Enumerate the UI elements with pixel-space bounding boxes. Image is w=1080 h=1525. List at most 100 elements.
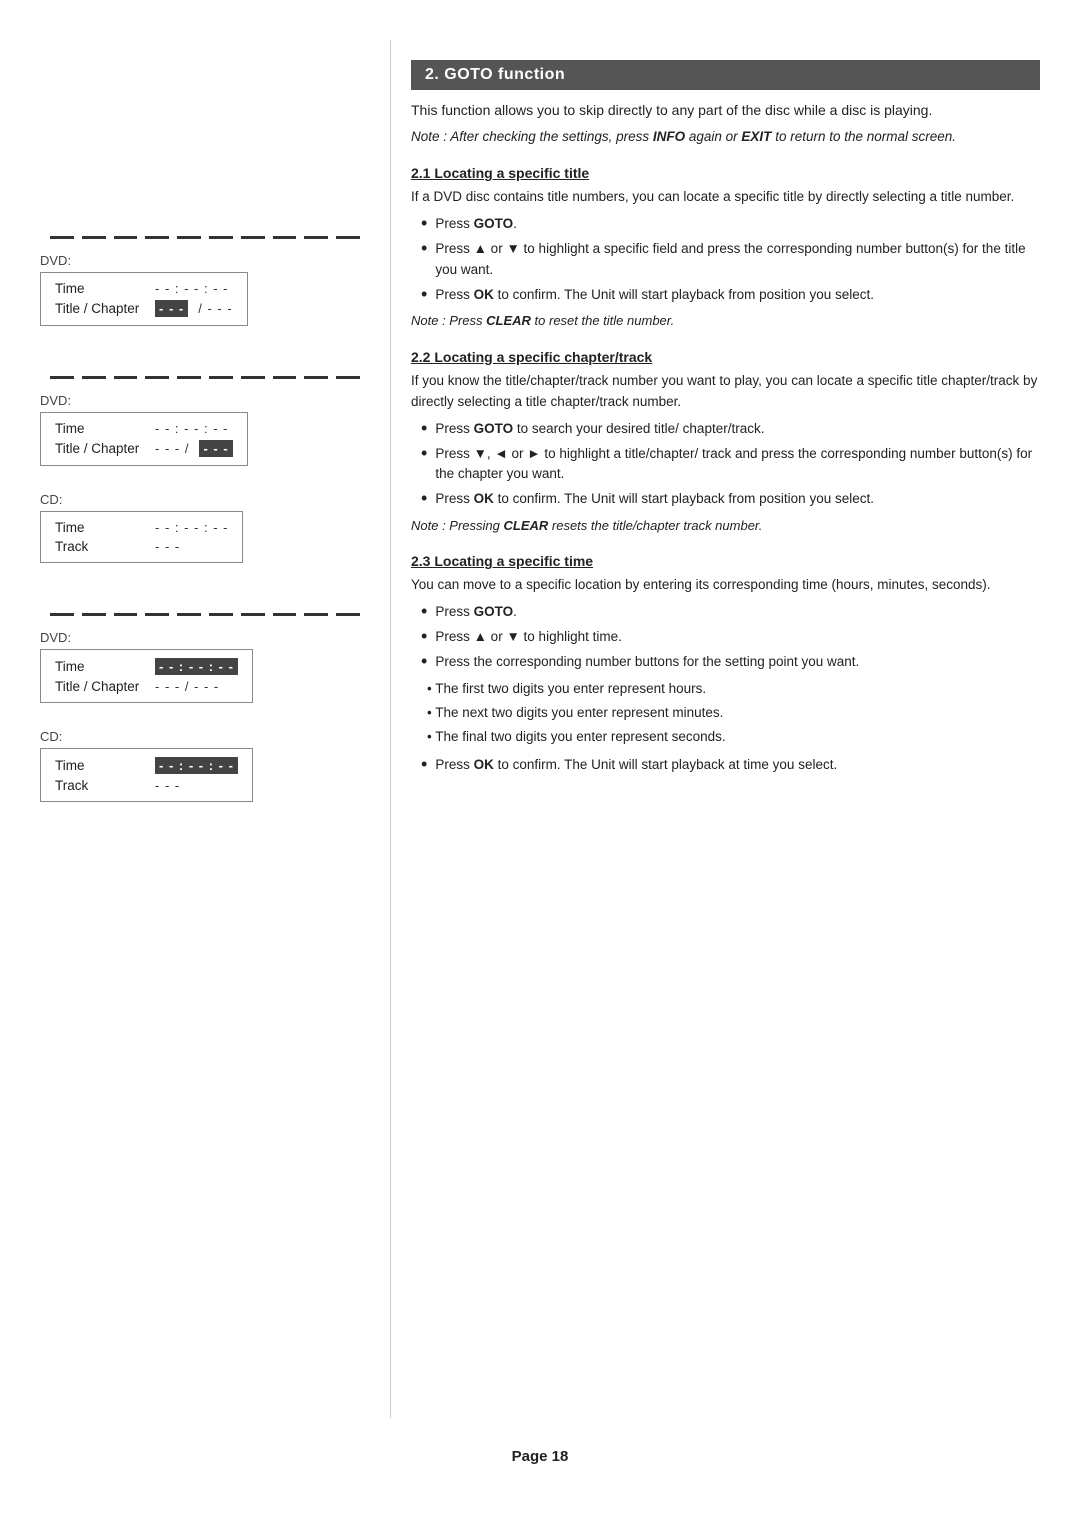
bullet-dot: • bbox=[421, 627, 427, 647]
osd-row-track-2-2-cd: Track - - - bbox=[55, 539, 228, 554]
osd-time-value-2: - - : - - : - - bbox=[155, 421, 228, 436]
bullet-text: Press ▼, ◄ or ► to highlight a title/cha… bbox=[435, 444, 1040, 485]
bullet-dot: • bbox=[421, 444, 427, 485]
subsection-title-2-1: 2.1 Locating a specific title bbox=[411, 165, 1040, 181]
note-2-1: Note : Press CLEAR to reset the title nu… bbox=[411, 311, 1040, 331]
sub-bullet-seconds: • The final two digits you enter represe… bbox=[427, 727, 1040, 747]
section-2-2: 2.2 Locating a specific chapter/track If… bbox=[411, 349, 1040, 535]
bullet-text: Press OK to confirm. The Unit will start… bbox=[435, 489, 1040, 509]
bullet-item: • Press ▼, ◄ or ► to highlight a title/c… bbox=[421, 444, 1040, 485]
osd-box-2-1: Time - - : - - : - - Title / Chapter - -… bbox=[40, 272, 248, 326]
device-label-dvd-2: DVD: bbox=[40, 393, 360, 408]
osd-time-value: - - : - - : - - bbox=[155, 281, 228, 296]
bullet-list-2-3: • Press GOTO. • Press ▲ or ▼ to highligh… bbox=[421, 602, 1040, 673]
osd-chapter-value: / - - - bbox=[198, 301, 232, 316]
right-column: 2. GOTO function This function allows yo… bbox=[390, 40, 1080, 1418]
bullet-dot: • bbox=[421, 239, 427, 280]
device-label-dvd-3: DVD: bbox=[40, 630, 360, 645]
subsection-body-2-1: If a DVD disc contains title numbers, yo… bbox=[411, 187, 1040, 208]
bullet-item: • Press OK to confirm. The Unit will sta… bbox=[421, 755, 1040, 775]
bullet-text: Press OK to confirm. The Unit will start… bbox=[435, 755, 1040, 775]
osd-track-value-cd-3: - - - bbox=[155, 778, 180, 793]
bullet-text: Press GOTO. bbox=[435, 602, 1040, 622]
osd-time-value-cd-3: - - : - - : - - bbox=[155, 757, 238, 774]
osd-row-track-2-3-cd: Track - - - bbox=[55, 778, 238, 793]
osd-section-2-3-cd: CD: Time - - : - - : - - Track - - - bbox=[40, 727, 360, 816]
osd-chapter-value-3: - - - / - - - bbox=[155, 679, 219, 694]
bullet-dot: • bbox=[421, 652, 427, 672]
bullet-dot: • bbox=[421, 489, 427, 509]
bullet-text: Press ▲ or ▼ to highlight a specific fie… bbox=[435, 239, 1040, 280]
osd-box-2-3-cd: Time - - : - - : - - Track - - - bbox=[40, 748, 253, 802]
osd-chapter-right-2: - - - bbox=[199, 440, 232, 457]
page-number: Page 18 bbox=[0, 1448, 1080, 1485]
bullet-item: • Press GOTO. bbox=[421, 214, 1040, 234]
osd-time-label-cd: Time bbox=[55, 520, 145, 535]
osd-track-label-cd-3: Track bbox=[55, 778, 145, 793]
osd-row-chapter-2-2-dvd: Title / Chapter - - - / - - - bbox=[55, 440, 233, 457]
device-label-dvd-1: DVD: bbox=[40, 253, 360, 268]
bullet-list-2-2: • Press GOTO to search your desired titl… bbox=[421, 419, 1040, 510]
bullet-item: • Press ▲ or ▼ to highlight a specific f… bbox=[421, 239, 1040, 280]
osd-track-value-cd: - - - bbox=[155, 539, 180, 554]
bullet-item: • Press GOTO to search your desired titl… bbox=[421, 419, 1040, 439]
osd-row-title-2-1: Title / Chapter - - - / - - - bbox=[55, 300, 233, 317]
sub-bullet-minutes: • The next two digits you enter represen… bbox=[427, 703, 1040, 723]
osd-box-2-3-dvd: Time - - : - - : - - Title / Chapter - -… bbox=[40, 649, 253, 703]
divider-1 bbox=[40, 228, 360, 239]
bullet-dot: • bbox=[421, 214, 427, 234]
osd-section-2-3-dvd: DVD: Time - - : - - : - - Title / Chapte… bbox=[40, 587, 360, 717]
divider-3 bbox=[40, 605, 360, 616]
osd-chapter-label-3: Title / Chapter bbox=[55, 679, 145, 694]
section-2-3: 2.3 Locating a specific time You can mov… bbox=[411, 553, 1040, 776]
osd-time-label-cd-3: Time bbox=[55, 758, 145, 773]
section-2-1: 2.1 Locating a specific title If a DVD d… bbox=[411, 165, 1040, 330]
osd-time-value-3: - - : - - : - - bbox=[155, 658, 238, 675]
osd-section-2-1: DVD: Time - - : - - : - - Title / Chapte… bbox=[40, 210, 360, 340]
osd-box-2-2-cd: Time - - : - - : - - Track - - - bbox=[40, 511, 243, 563]
subsection-title-2-3: 2.3 Locating a specific time bbox=[411, 553, 1040, 569]
bullet-dot: • bbox=[421, 755, 427, 775]
osd-track-label-cd: Track bbox=[55, 539, 145, 554]
osd-row-time-2-1: Time - - : - - : - - bbox=[55, 281, 233, 296]
section-title: 2. GOTO function bbox=[411, 60, 1040, 90]
osd-time-label-3: Time bbox=[55, 659, 145, 674]
left-column: DVD: Time - - : - - : - - Title / Chapte… bbox=[0, 40, 390, 1418]
osd-title-label: Title / Chapter bbox=[55, 301, 145, 316]
osd-box-2-2-dvd: Time - - : - - : - - Title / Chapter - -… bbox=[40, 412, 248, 466]
osd-row-time-2-2-cd: Time - - : - - : - - bbox=[55, 520, 228, 535]
bullet-text: Press GOTO. bbox=[435, 214, 1040, 234]
bullet-item: • Press OK to confirm. The Unit will sta… bbox=[421, 285, 1040, 305]
bullet-item: • Press the corresponding number buttons… bbox=[421, 652, 1040, 672]
osd-title-value: - - - bbox=[155, 300, 188, 317]
bullet-dot: • bbox=[421, 285, 427, 305]
bullet-text: Press ▲ or ▼ to highlight time. bbox=[435, 627, 1040, 647]
subsection-title-2-2: 2.2 Locating a specific chapter/track bbox=[411, 349, 1040, 365]
bullet-text: Press OK to confirm. The Unit will start… bbox=[435, 285, 1040, 305]
bullet-dot: • bbox=[421, 602, 427, 622]
intro-text: This function allows you to skip directl… bbox=[411, 100, 1040, 121]
bullet-item: • Press OK to confirm. The Unit will sta… bbox=[421, 489, 1040, 509]
bullet-text: Press the corresponding number buttons f… bbox=[435, 652, 1040, 672]
sub-bullet-hours: • The first two digits you enter represe… bbox=[427, 679, 1040, 699]
page-container: DVD: Time - - : - - : - - Title / Chapte… bbox=[0, 0, 1080, 1525]
osd-row-time-2-3-dvd: Time - - : - - : - - bbox=[55, 658, 238, 675]
note-2-2: Note : Pressing CLEAR resets the title/c… bbox=[411, 516, 1040, 536]
osd-time-label-2: Time bbox=[55, 421, 145, 436]
osd-chapter-label-2: Title / Chapter bbox=[55, 441, 145, 456]
osd-row-time-2-3-cd: Time - - : - - : - - bbox=[55, 757, 238, 774]
bullet-text: Press GOTO to search your desired title/… bbox=[435, 419, 1040, 439]
bullet-list-2-1: • Press GOTO. • Press ▲ or ▼ to highligh… bbox=[421, 214, 1040, 305]
osd-time-label: Time bbox=[55, 281, 145, 296]
divider-2 bbox=[40, 368, 360, 379]
osd-section-2-2-cd: CD: Time - - : - - : - - Track - - - bbox=[40, 490, 360, 577]
bullet-item: • Press GOTO. bbox=[421, 602, 1040, 622]
osd-row-time-2-2-dvd: Time - - : - - : - - bbox=[55, 421, 233, 436]
bullet-dot: • bbox=[421, 419, 427, 439]
main-layout: DVD: Time - - : - - : - - Title / Chapte… bbox=[0, 40, 1080, 1418]
intro-note: Note : After checking the settings, pres… bbox=[411, 127, 1040, 147]
subsection-body-2-2: If you know the title/chapter/track numb… bbox=[411, 371, 1040, 413]
device-label-cd-2: CD: bbox=[40, 492, 360, 507]
osd-row-chapter-2-3-dvd: Title / Chapter - - - / - - - bbox=[55, 679, 238, 694]
osd-chapter-left-2: - - - / bbox=[155, 441, 189, 456]
